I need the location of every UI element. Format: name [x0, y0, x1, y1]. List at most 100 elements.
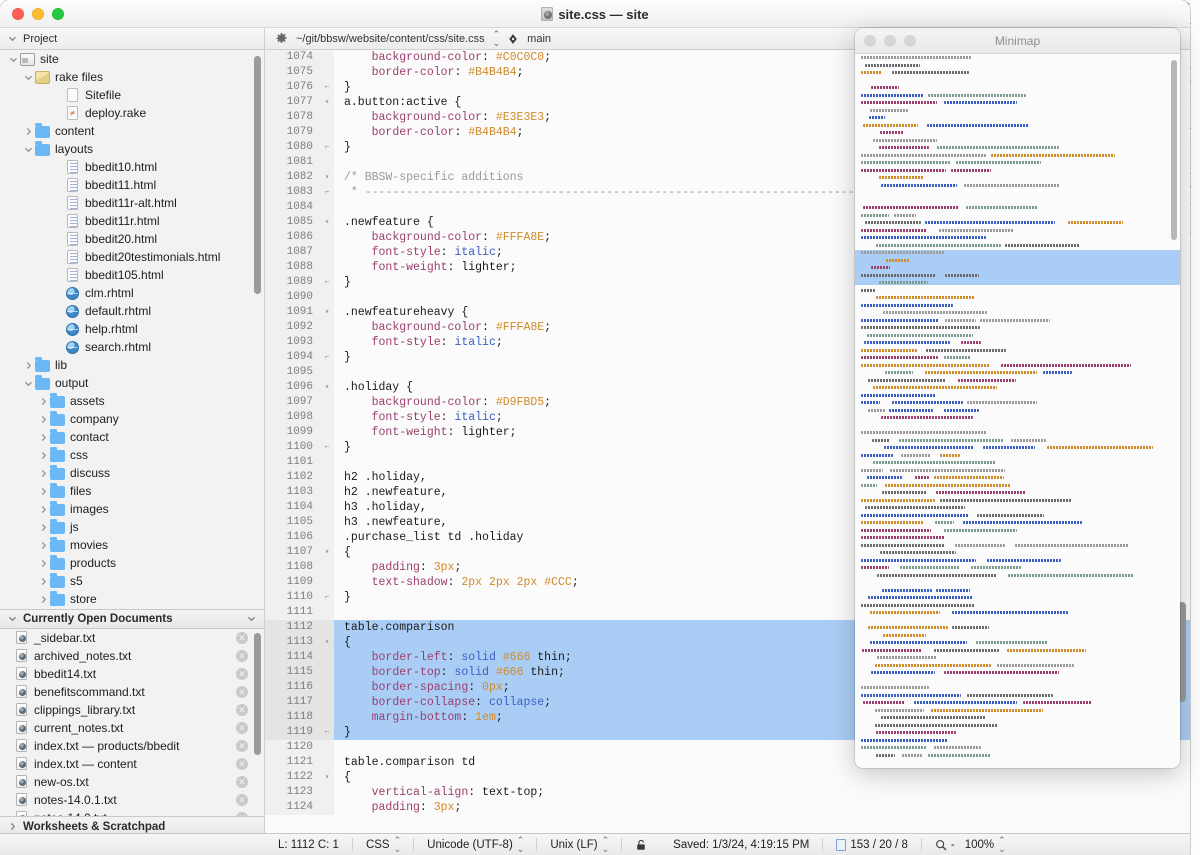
gear-icon[interactable] [275, 32, 288, 45]
sidebar-scrollbar-thumb[interactable] [254, 56, 261, 294]
minimize-button-icon[interactable] [32, 8, 44, 20]
code-fold-icon[interactable]: ⌐ [320, 350, 334, 365]
code-fold-icon[interactable]: ⌐ [320, 185, 334, 200]
open-documents-scrollbar-thumb[interactable] [254, 633, 261, 755]
code-fold-icon[interactable]: ⌐ [320, 140, 334, 155]
tree-item-store[interactable]: store [0, 590, 264, 608]
tree-item-products[interactable]: products [0, 554, 264, 572]
chevron-right-icon[interactable] [36, 577, 50, 586]
tree-item-bbedit11r-alt-html[interactable]: bbedit11r-alt.html [0, 194, 264, 212]
tree-item-layouts[interactable]: layouts [0, 140, 264, 158]
tree-item-search-rhtml[interactable]: search.rhtml [0, 338, 264, 356]
line-endings-stepper-icon[interactable]: ⌃⌄ [602, 836, 609, 854]
code-fold-icon[interactable]: ▾ [320, 380, 334, 395]
language-popup[interactable]: CSS ⌃⌄ [353, 834, 413, 855]
open-document-row[interactable]: archived_notes.txt✕ [0, 647, 264, 665]
open-document-row[interactable]: bbedit14.txt✕ [0, 665, 264, 683]
tree-item-default-rhtml[interactable]: default.rhtml [0, 302, 264, 320]
tree-item-s5[interactable]: s5 [0, 572, 264, 590]
tree-item-js[interactable]: js [0, 518, 264, 536]
code-fold-icon[interactable]: ⌐ [320, 725, 334, 740]
tree-item-deploy-rake[interactable]: ≠deploy.rake [0, 104, 264, 122]
open-document-row[interactable]: benefitscommand.txt✕ [0, 683, 264, 701]
tree-item-bbedit11-html[interactable]: bbedit11.html [0, 176, 264, 194]
file-path[interactable]: ~/git/bbsw/website/content/css/site.css [296, 33, 485, 45]
tree-item-output[interactable]: output [0, 374, 264, 392]
code-fold-icon[interactable]: ⌐ [320, 440, 334, 455]
minimap-content[interactable] [855, 54, 1180, 768]
chevron-right-icon[interactable] [36, 433, 50, 442]
chevron-right-icon[interactable] [21, 127, 35, 136]
open-document-row[interactable]: clippings_library.txt✕ [0, 701, 264, 719]
code-fold-icon[interactable]: ▾ [320, 170, 334, 185]
chevron-down-icon[interactable] [21, 379, 35, 388]
close-button-icon[interactable] [12, 8, 24, 20]
close-document-icon[interactable]: ✕ [236, 740, 248, 752]
tree-item-rake-files[interactable]: rake files [0, 68, 264, 86]
zoom-stepper-icon[interactable]: ⌃⌄ [998, 836, 1005, 854]
project-file-tree[interactable]: siterake filesSitefile≠deploy.rakeconten… [0, 50, 264, 609]
chevron-right-icon[interactable] [36, 559, 50, 568]
code-fold-icon[interactable]: ▾ [320, 635, 334, 650]
tree-item-sitefile[interactable]: Sitefile [0, 86, 264, 104]
zoom-button-icon[interactable] [52, 8, 64, 20]
tree-item-contact[interactable]: contact [0, 428, 264, 446]
close-document-icon[interactable]: ✕ [236, 758, 248, 770]
tree-item-company[interactable]: company [0, 410, 264, 428]
close-document-icon[interactable]: ✕ [236, 794, 248, 806]
zoom-out-button[interactable]: - [951, 839, 955, 851]
code-fold-icon[interactable]: ⌐ [320, 590, 334, 605]
close-document-icon[interactable]: ✕ [236, 812, 248, 817]
traffic-lights[interactable] [12, 8, 64, 20]
open-document-row[interactable]: notes-14.0.txt✕ [0, 809, 264, 817]
tree-item-bbedit20-html[interactable]: bbedit20.html [0, 230, 264, 248]
tree-item-files[interactable]: files [0, 482, 264, 500]
close-document-icon[interactable]: ✕ [236, 632, 248, 644]
chevron-right-icon[interactable] [36, 451, 50, 460]
close-document-icon[interactable]: ✕ [236, 776, 248, 788]
tree-item-movies[interactable]: movies [0, 536, 264, 554]
close-document-icon[interactable]: ✕ [236, 722, 248, 734]
git-branch-name[interactable]: main [527, 33, 551, 45]
open-document-row[interactable]: index.txt — content✕ [0, 755, 264, 773]
tree-item-bbedit105-html[interactable]: bbedit105.html [0, 266, 264, 284]
close-document-icon[interactable]: ✕ [236, 650, 248, 662]
encoding-popup[interactable]: Unicode (UTF-8) ⌃⌄ [414, 834, 536, 855]
open-document-row[interactable]: notes-14.0.1.txt✕ [0, 791, 264, 809]
chevron-right-icon[interactable] [36, 415, 50, 424]
open-document-row[interactable]: current_notes.txt✕ [0, 719, 264, 737]
tree-item-content[interactable]: content [0, 122, 264, 140]
chevron-right-icon[interactable] [36, 397, 50, 406]
chevron-down-icon[interactable] [8, 614, 17, 623]
code-line[interactable]: 1124 padding: 3px; [265, 800, 1190, 815]
chevron-down-icon[interactable] [6, 55, 20, 64]
open-documents-header[interactable]: Currently Open Documents [0, 609, 264, 629]
tree-item-bbedit20testimonials-html[interactable]: bbedit20testimonials.html [0, 248, 264, 266]
close-document-icon[interactable]: ✕ [236, 668, 248, 680]
read-only-toggle[interactable] [622, 834, 660, 855]
chevron-right-icon[interactable] [36, 523, 50, 532]
close-document-icon[interactable]: ✕ [236, 704, 248, 716]
tree-item-assets[interactable]: assets [0, 392, 264, 410]
line-endings-popup[interactable]: Unix (LF) ⌃⌄ [537, 834, 621, 855]
code-fold-icon[interactable]: ▾ [320, 770, 334, 785]
chevron-down-icon[interactable] [21, 73, 35, 82]
tree-item-bbedit11r-html[interactable]: bbedit11r.html [0, 212, 264, 230]
code-fold-icon[interactable]: ▾ [320, 545, 334, 560]
code-fold-icon[interactable]: ▾ [320, 215, 334, 230]
open-document-row[interactable]: index.txt — products/bbedit✕ [0, 737, 264, 755]
language-stepper-icon[interactable]: ⌃⌄ [394, 836, 401, 854]
tree-item-images[interactable]: images [0, 500, 264, 518]
encoding-stepper-icon[interactable]: ⌃⌄ [517, 836, 524, 854]
code-line[interactable]: 1123 vertical-align: text-top; [265, 785, 1190, 800]
chevron-down-icon[interactable] [21, 145, 35, 154]
chevron-right-icon[interactable] [36, 541, 50, 550]
chevron-down-icon[interactable] [8, 34, 17, 43]
sidebar-header[interactable]: Project [0, 28, 265, 49]
chevron-right-icon[interactable] [21, 361, 35, 370]
code-fold-icon[interactable]: ▾ [320, 305, 334, 320]
tree-item-lib[interactable]: lib [0, 356, 264, 374]
chevron-down-icon-right[interactable] [247, 614, 256, 623]
path-stepper-icon[interactable]: ⌃⌄ [493, 30, 500, 48]
close-document-icon[interactable]: ✕ [236, 686, 248, 698]
